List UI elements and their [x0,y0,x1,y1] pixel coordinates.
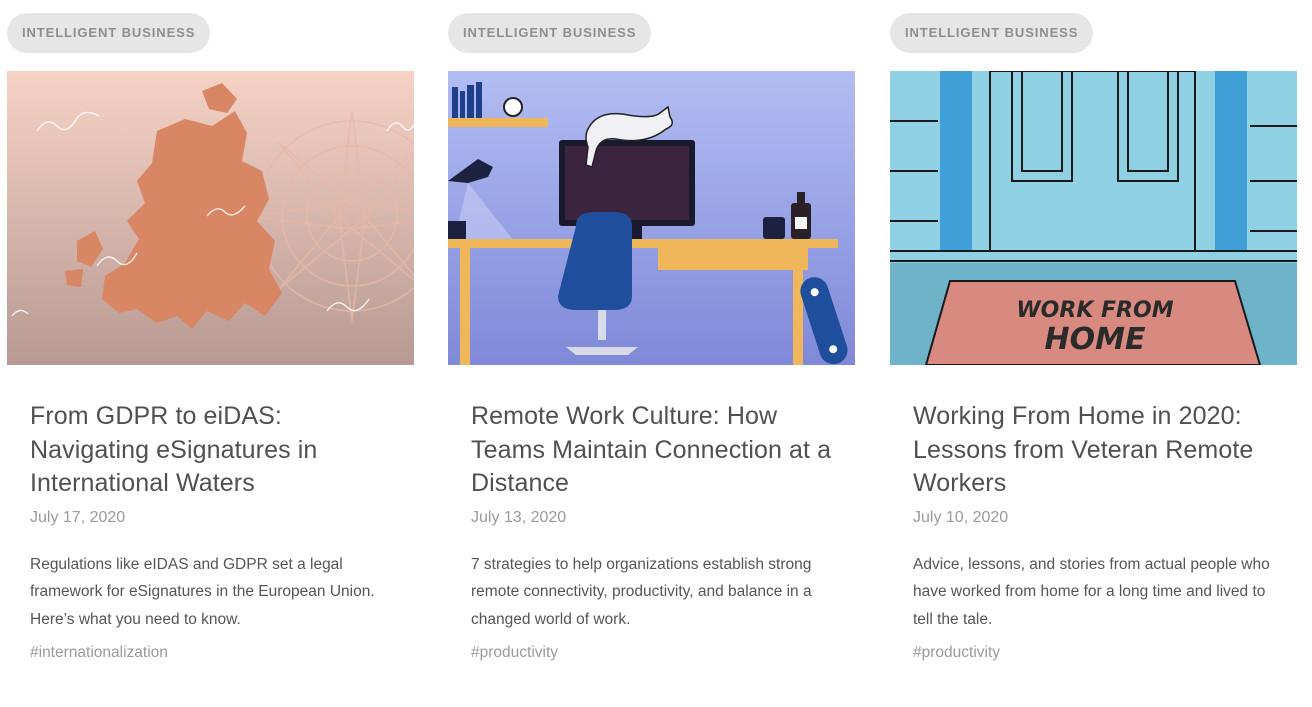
mat-text-line-2: HOME [1045,322,1146,357]
category-badge[interactable]: INTELLIGENT BUSINESS [890,13,1094,53]
article-title[interactable]: From GDPR to eiDAS: Navigating eSignatur… [30,400,400,501]
article-excerpt: 7 strategies to help organizations estab… [471,555,812,628]
mat-text-line-1: WORK FROM [1016,298,1173,323]
article-image[interactable] [7,71,414,365]
article-content: Working From Home in 2020: Lessons from … [913,400,1283,665]
category-badge[interactable]: INTELLIGENT BUSINESS [448,13,652,53]
article-image[interactable] [448,71,855,365]
article-date: July 17, 2020 [30,508,126,526]
article-card: INTELLIGENT BUSINESS WORK FROM HOME Work… [890,0,1297,707]
article-tag[interactable]: #productivity [471,641,841,665]
category-badge[interactable]: INTELLIGENT BUSINESS [7,13,211,53]
article-content: Remote Work Culture: How Teams Maintain … [471,400,841,665]
article-card: INTELLIGENT BUSINESS [7,0,414,707]
article-tag[interactable]: #internationalization [30,641,400,665]
europe-map-illustration [7,71,414,365]
article-title[interactable]: Working From Home in 2020: Lessons from … [913,400,1283,501]
article-title[interactable]: Remote Work Culture: How Teams Maintain … [471,400,841,501]
article-card: INTELLIGENT BUSINESS [448,0,855,707]
article-date: July 10, 2020 [913,508,1009,526]
article-image[interactable]: WORK FROM HOME [890,71,1297,365]
article-excerpt: Advice, lessons, and stories from actual… [913,555,1270,628]
article-tag[interactable]: #productivity [913,641,1283,665]
article-content: From GDPR to eiDAS: Navigating eSignatur… [30,400,400,665]
home-office-illustration [448,71,855,365]
article-excerpt: Regulations like eIDAS and GDPR set a le… [30,555,375,628]
article-date: July 13, 2020 [471,508,567,526]
doormat-illustration: WORK FROM HOME [890,71,1297,365]
